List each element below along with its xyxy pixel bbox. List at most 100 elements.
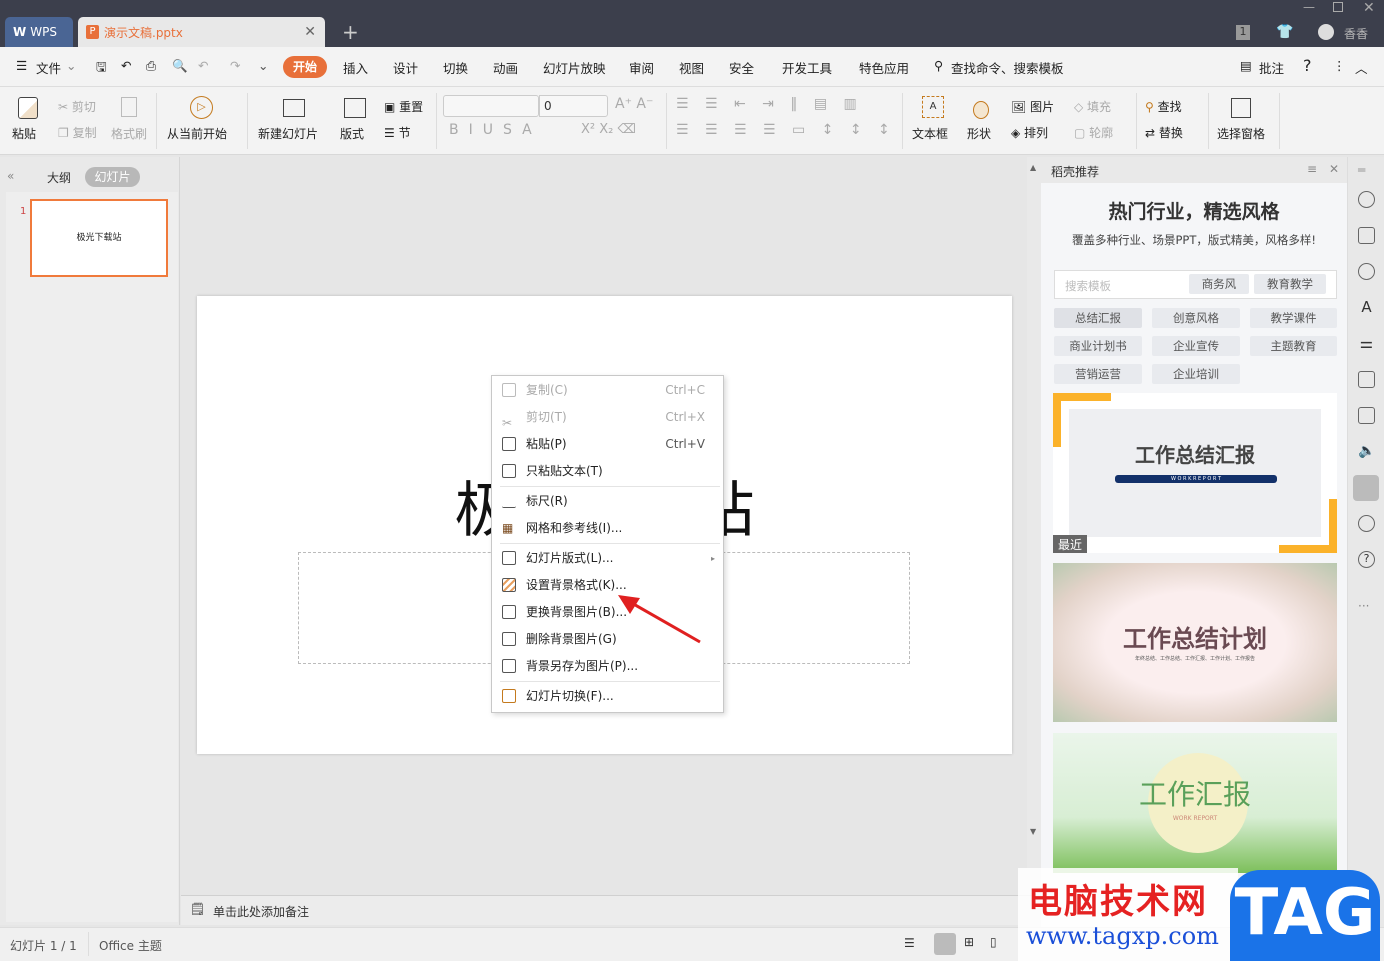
tab-insert[interactable]: 插入 xyxy=(343,58,368,77)
skin-icon[interactable]: 👕 xyxy=(1276,24,1293,40)
command-search[interactable]: 查找命令、搜索模板 xyxy=(951,58,1064,77)
shape-button[interactable]: 形状 xyxy=(967,125,991,142)
tag-business[interactable]: 商务风 xyxy=(1189,274,1249,294)
slide-thumbnail[interactable]: 极光下载站 xyxy=(30,199,168,277)
text-style-icon[interactable]: A xyxy=(1358,299,1375,316)
menu-item-grid[interactable]: ▦ 网格和参考线(I)... xyxy=(492,515,723,542)
menu-item-paste[interactable]: 粘贴(P) Ctrl+V xyxy=(492,431,723,458)
tab-animation[interactable]: 动画 xyxy=(493,58,518,77)
vertical-scrollbar[interactable]: ▲ ▼ xyxy=(1027,157,1041,895)
section-button[interactable]: 节 xyxy=(399,126,411,140)
superscript-subscript-icons[interactable]: X² X₂ ⌫ xyxy=(581,122,636,137)
new-slide-button[interactable]: 新建幻灯片 xyxy=(258,125,318,142)
new-tab-button[interactable]: + xyxy=(342,20,359,44)
recommend-icon[interactable] xyxy=(1358,191,1375,208)
reset-button[interactable]: 重置 xyxy=(399,100,423,114)
menu-item-cut[interactable]: ✂ 剪切(T) Ctrl+X xyxy=(492,404,723,431)
backup-icon-active[interactable] xyxy=(1353,475,1379,501)
category-training[interactable]: 企业培训 xyxy=(1152,364,1240,384)
history-icon[interactable] xyxy=(1358,515,1375,532)
notes-area[interactable]: 🗒 单击此处添加备注 xyxy=(181,895,1041,925)
tab-security[interactable]: 安全 xyxy=(729,58,754,77)
menu-item-ruler[interactable]: 标尺(R) xyxy=(492,488,723,515)
template-search-input[interactable]: 搜索模板 商务风 教育教学 xyxy=(1054,270,1337,299)
from-current-button[interactable]: 从当前开始 xyxy=(167,125,227,142)
redo-icon[interactable]: ↷ xyxy=(230,58,240,73)
font-name-select[interactable] xyxy=(443,95,539,117)
outline-button[interactable]: 轮廓 xyxy=(1089,126,1113,140)
close-panel-icon[interactable]: ✕ xyxy=(1329,162,1339,176)
alignment-icons[interactable]: ☰ ☰ ☰ ☰ ▭ ↕ ↕ ↕ xyxy=(676,122,896,138)
notes-toggle-icon[interactable]: ☰ xyxy=(904,936,915,950)
wps-home-tab[interactable]: W WPS xyxy=(5,17,73,47)
chevron-down-icon[interactable]: ⌄ xyxy=(66,58,76,73)
hamburger-icon[interactable]: ☰ xyxy=(16,58,27,73)
image-icon[interactable] xyxy=(1358,407,1375,424)
paste-icon[interactable] xyxy=(18,97,38,119)
comment-button[interactable]: 批注 xyxy=(1259,58,1284,77)
category-theme-education[interactable]: 主题教育 xyxy=(1250,336,1337,356)
copy-button[interactable]: 复制 xyxy=(73,126,97,140)
help-button[interactable]: ? xyxy=(1303,56,1312,75)
picture-gallery-icon[interactable] xyxy=(1358,371,1375,388)
menu-item-paste-text[interactable]: 只粘贴文本(T) xyxy=(492,458,723,485)
print-icon[interactable]: ⎙ xyxy=(146,58,156,74)
category-creative[interactable]: 创意风格 xyxy=(1152,308,1240,328)
undo-icon[interactable]: ↶ xyxy=(198,58,208,73)
undo-history-icon[interactable]: ↶ xyxy=(121,58,131,73)
tab-outline[interactable]: 大纲 xyxy=(47,169,71,186)
font-grow-icon[interactable]: A⁺ A⁻ xyxy=(615,96,653,112)
panel-header-dropdown[interactable]: 稻壳推荐 xyxy=(1051,163,1099,180)
template-card[interactable]: 工作汇报 WORK REPORT xyxy=(1053,733,1337,873)
font-style-icons[interactable]: BIUSA xyxy=(449,122,542,138)
normal-view-button[interactable] xyxy=(934,933,956,955)
theme-name[interactable]: Office 主题 xyxy=(99,937,162,954)
cut-button[interactable]: 剪切 xyxy=(72,100,96,114)
collapse-ribbon-icon[interactable]: ︿ xyxy=(1355,58,1368,77)
menu-item-slide-layout[interactable]: 幻灯片版式(L)... ▸ xyxy=(492,545,723,572)
tag-education[interactable]: 教育教学 xyxy=(1254,274,1326,294)
tab-transition[interactable]: 切换 xyxy=(443,58,468,77)
more-icon[interactable]: ⌄ xyxy=(258,58,268,73)
settings-sliders-icon[interactable]: ⚌ xyxy=(1358,335,1375,352)
picture-button[interactable]: 图片 xyxy=(1030,100,1054,114)
tab-start[interactable]: 开始 xyxy=(283,56,327,78)
menu-item-slide-transition[interactable]: 幻灯片切换(F)... xyxy=(492,683,723,710)
menu-item-copy[interactable]: 复制(C) Ctrl+C xyxy=(492,377,723,404)
tab-features[interactable]: 特色应用 xyxy=(859,58,909,77)
paste-button[interactable]: 粘贴 xyxy=(12,125,36,142)
template-card[interactable]: 工作总结汇报 W O R K R E P O R T 最近 xyxy=(1053,393,1337,553)
panel-menu-icon[interactable]: ≡ xyxy=(1307,162,1317,176)
help-icon[interactable]: ? xyxy=(1358,551,1375,568)
print-preview-icon[interactable]: 🔍 xyxy=(172,58,188,74)
tab-slides[interactable]: 幻灯片 xyxy=(85,167,140,187)
save-icon[interactable]: 🖫 xyxy=(96,58,107,79)
tab-design[interactable]: 设计 xyxy=(393,58,418,77)
collapse-panel-icon[interactable]: « xyxy=(7,169,14,183)
close-tab-icon[interactable]: ✕ xyxy=(304,24,316,40)
template-card[interactable]: 工作总结计划 年终总结、工作总结、工作汇报、工作计划、工作报告 xyxy=(1053,563,1337,722)
tab-slideshow[interactable]: 幻灯片放映 xyxy=(543,58,606,77)
replace-button[interactable]: 替换 xyxy=(1159,126,1183,140)
notes-placeholder[interactable]: 单击此处添加备注 xyxy=(213,903,309,920)
maximize-button[interactable] xyxy=(1333,2,1343,12)
close-window-button[interactable]: ✕ xyxy=(1363,0,1375,16)
tab-review[interactable]: 审阅 xyxy=(629,58,654,77)
category-summary-report[interactable]: 总结汇报 xyxy=(1054,308,1142,328)
category-courseware[interactable]: 教学课件 xyxy=(1250,308,1337,328)
fill-button[interactable]: 填充 xyxy=(1087,100,1111,114)
user-name[interactable]: 香香 xyxy=(1344,25,1368,42)
drag-handle-icon[interactable]: ═ xyxy=(1358,163,1365,177)
category-corporate[interactable]: 企业宣传 xyxy=(1152,336,1240,356)
font-size-select[interactable]: 0 xyxy=(539,95,608,117)
slide-sorter-button[interactable]: ⊞ xyxy=(964,935,974,949)
window-count-badge[interactable]: 1 xyxy=(1236,25,1250,40)
shape-icon[interactable] xyxy=(1358,263,1375,280)
paragraph-icons[interactable]: ☰ ☰ ⇤ ⇥ ‖ ▤ ▥ xyxy=(676,96,863,112)
selection-pane-button[interactable]: 选择窗格 xyxy=(1217,125,1265,142)
category-business-plan[interactable]: 商业计划书 xyxy=(1054,336,1142,356)
find-button[interactable]: 查找 xyxy=(1158,100,1182,114)
transition-icon[interactable] xyxy=(1358,227,1375,244)
tab-developer[interactable]: 开发工具 xyxy=(782,58,832,77)
minimize-button[interactable]: — xyxy=(1303,0,1315,14)
